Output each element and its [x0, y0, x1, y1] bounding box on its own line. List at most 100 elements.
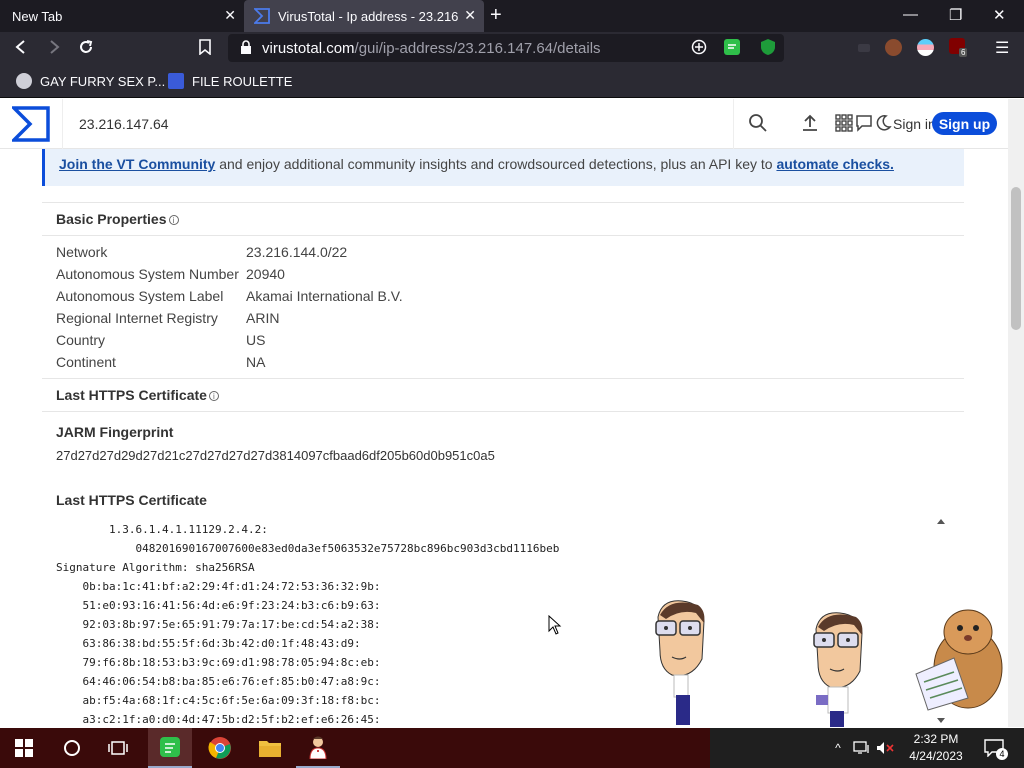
property-value: 20940	[246, 266, 285, 282]
bookmarks-bar: GAY FURRY SEX P... FILE ROULETTE	[0, 64, 1024, 98]
file-explorer-icon[interactable]	[248, 728, 292, 768]
virustotal-favicon-icon	[252, 8, 270, 24]
cert-line: 0b:ba:1c:41:bf:a2:29:4f:d1:24:72:53:36:3…	[56, 580, 381, 593]
community-banner: Join the VT Community and enjoy addition…	[42, 149, 964, 186]
info-icon[interactable]: i	[168, 215, 179, 225]
cartoon-character-sticker	[652, 599, 708, 727]
tray-chevron-up-icon[interactable]: ^	[828, 728, 848, 768]
banner-text: Join the VT Community and enjoy addition…	[59, 156, 894, 172]
page-scrollbar[interactable]	[1008, 99, 1024, 727]
back-icon[interactable]	[14, 39, 28, 59]
property-label: Autonomous System Number	[56, 266, 239, 282]
mouse-cursor-icon	[548, 614, 562, 640]
divider	[42, 411, 964, 412]
tab-virustotal[interactable]: VirusTotal - Ip address - 23.216 ✕	[244, 0, 484, 32]
hamster-sticker	[906, 602, 1008, 719]
property-label: Network	[56, 244, 108, 260]
restore-icon[interactable]: ❐	[949, 6, 962, 24]
notification-count-badge: 4	[996, 748, 1008, 760]
jarm-heading: JARM Fingerprint	[56, 424, 174, 440]
search-field[interactable]: 23.216.147.64	[62, 99, 734, 149]
url-bar[interactable]: virustotal.com/gui/ip-address/23.216.147…	[228, 34, 784, 62]
property-row: Network 23.216.144.0/22	[56, 244, 936, 266]
property-row: Regional Internet Registry ARIN	[56, 310, 936, 332]
divider	[42, 378, 964, 379]
windows-start-icon[interactable]	[6, 728, 42, 768]
scrollbar-thumb[interactable]	[1011, 187, 1021, 330]
property-label: Country	[56, 332, 106, 348]
close-tab-icon[interactable]: ✕	[464, 7, 476, 24]
upload-icon[interactable]	[800, 113, 820, 138]
chat-icon[interactable]	[855, 114, 873, 137]
new-tab-plus-icon[interactable]: +	[490, 4, 502, 27]
cert-line: 63:86:38:bd:55:5f:6d:3b:42:d0:1f:48:43:d…	[56, 637, 361, 650]
bookmark-item[interactable]: FILE ROULETTE	[168, 73, 292, 89]
task-view-icon[interactable]	[100, 728, 136, 768]
avatar-extension-icon[interactable]	[885, 39, 902, 56]
dark-mode-moon-icon[interactable]	[874, 114, 892, 137]
url-host: virustotal.com	[262, 40, 355, 57]
bookmark-icon[interactable]	[199, 39, 211, 59]
close-tab-icon[interactable]: ✕	[224, 7, 236, 24]
bookmark-label: GAY FURRY SEX P...	[40, 73, 166, 89]
taskbar-notes-app[interactable]	[148, 728, 192, 768]
tab-title: New Tab	[12, 8, 63, 24]
cert-line: Signature Algorithm: sha256RSA	[56, 561, 255, 574]
property-value: Akamai International B.V.	[246, 288, 403, 304]
virustotal-logo-icon[interactable]	[9, 106, 50, 142]
sign-up-button[interactable]: Sign up	[932, 112, 997, 135]
browser-tab-bar: New Tab ✕ VirusTotal - Ip address - 23.2…	[0, 0, 1024, 32]
extension-badge: 6	[959, 48, 968, 57]
jarm-fingerprint-value: 27d27d27d29d27d21c27d27d27d27d3814097cfb…	[56, 448, 495, 463]
ublock-icon[interactable]: 6	[949, 38, 968, 57]
close-window-icon[interactable]: ✕	[993, 6, 1006, 24]
sign-in-link[interactable]: Sign in	[893, 116, 936, 132]
shield-extension-icon[interactable]	[760, 38, 776, 61]
url-path: /gui/ip-address/23.216.147.64/details	[354, 40, 601, 57]
menu-icon[interactable]: ☰	[995, 38, 1009, 58]
lock-icon	[240, 40, 252, 60]
property-row: Autonomous System Label Akamai Internati…	[56, 288, 936, 310]
property-value: ARIN	[246, 310, 280, 326]
chrome-icon[interactable]	[198, 728, 242, 768]
toolbar-extension-icon[interactable]	[858, 44, 870, 52]
cert-section-heading: Last HTTPS Certificate	[56, 492, 207, 508]
reload-icon[interactable]	[78, 39, 94, 59]
property-row: Autonomous System Number 20940	[56, 266, 936, 288]
flag-extension-icon[interactable]	[917, 39, 934, 56]
property-label: Autonomous System Label	[56, 288, 224, 304]
section-title: Last HTTPS Certificate	[56, 387, 207, 403]
minimize-icon[interactable]: —	[903, 6, 918, 23]
cert-line: 64:46:06:54:b8:ba:85:e6:76:ef:85:b0:47:a…	[56, 675, 381, 688]
info-icon[interactable]: i	[208, 391, 219, 401]
cert-line: 51:e0:93:16:41:56:4d:e6:9f:23:24:b3:c6:b…	[56, 599, 381, 612]
taskbar-clock[interactable]: 2:32 PM 4/24/2023	[900, 731, 972, 765]
property-value: 23.216.144.0/22	[246, 244, 348, 260]
green-extension-icon[interactable]	[723, 38, 741, 61]
cert-line: a3:c2:1f:a0:d0:4d:47:5b:d2:5f:b2:ef:e6:2…	[56, 713, 381, 726]
tab-new-tab[interactable]: New Tab ✕	[0, 0, 244, 32]
search-input[interactable]: 23.216.147.64	[79, 116, 169, 132]
basic-properties-heading: Basic Properties i	[56, 211, 179, 227]
banner-body: and enjoy additional community insights …	[215, 156, 777, 172]
apps-grid-icon[interactable]	[835, 114, 853, 137]
notifications-icon[interactable]: 4	[980, 728, 1008, 768]
property-label: Regional Internet Registry	[56, 310, 218, 326]
divider	[42, 202, 964, 203]
search-circle-icon[interactable]	[54, 728, 90, 768]
join-community-link[interactable]: Join the VT Community	[59, 156, 215, 172]
windows-taskbar: ^ 2:32 PM 4/24/2023 4	[0, 728, 1024, 768]
page-action-plus-icon[interactable]	[691, 39, 707, 60]
cert-line: 92:03:8b:97:5e:65:91:79:7a:17:be:cd:54:a…	[56, 618, 381, 631]
volume-muted-icon[interactable]	[874, 728, 896, 768]
clock-date: 4/24/2023	[909, 749, 963, 763]
section-title: Basic Properties	[56, 211, 167, 227]
network-icon[interactable]	[852, 728, 872, 768]
forward-icon[interactable]	[47, 39, 61, 59]
divider	[42, 235, 964, 236]
search-icon[interactable]	[748, 113, 768, 138]
cert-line: 79:f6:8b:18:53:b3:9c:69:d1:98:78:05:94:8…	[56, 656, 381, 669]
automate-checks-link[interactable]: automate checks.	[776, 156, 894, 172]
doctor-app-icon[interactable]	[296, 728, 340, 768]
bookmark-item[interactable]: GAY FURRY SEX P...	[16, 73, 165, 89]
